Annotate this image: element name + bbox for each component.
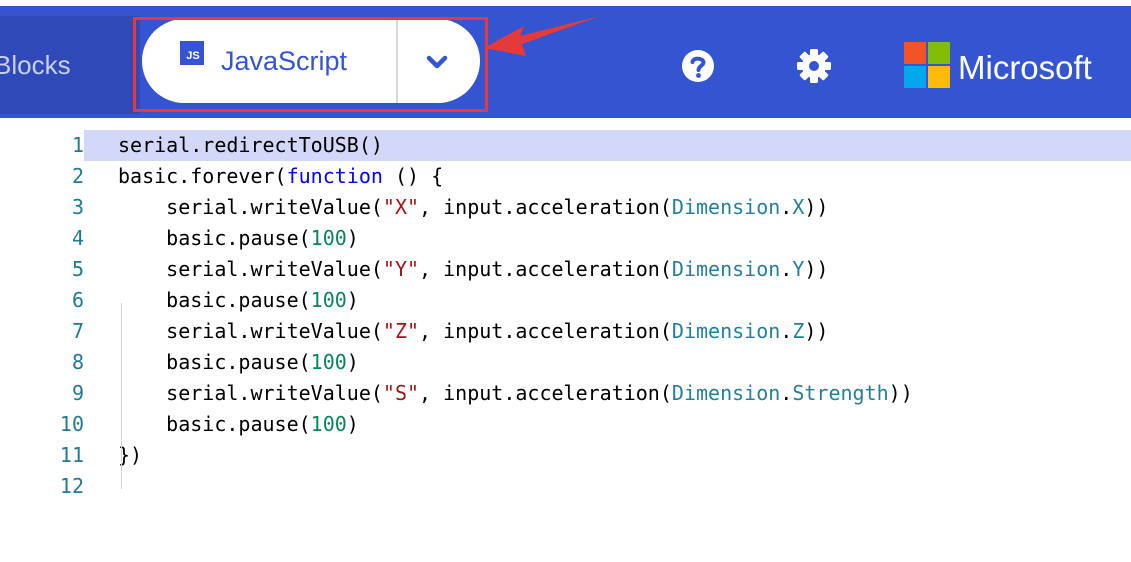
code-line[interactable]: 5 serial.writeValue("Y", input.accelerat… xyxy=(0,254,1131,285)
app-window: Blocks JS JavaScript Microsoft 1 serial.… xyxy=(0,0,1131,562)
code-text: basic.pause(100) xyxy=(118,409,359,440)
blocks-tab[interactable]: Blocks xyxy=(0,16,140,114)
code-token: ) xyxy=(346,412,359,436)
code-token: )) xyxy=(804,195,829,219)
code-token: )) xyxy=(888,381,913,405)
code-line[interactable]: 4 basic.pause(100) xyxy=(0,223,1131,254)
header-top-strip xyxy=(0,0,1131,6)
code-line[interactable]: 6 basic.pause(100) xyxy=(0,285,1131,316)
code-token: "S" xyxy=(382,381,420,405)
help-icon[interactable] xyxy=(681,49,715,83)
code-token: basic.pause( xyxy=(118,226,311,250)
code-token: , input.acceleration( xyxy=(419,257,672,281)
code-token: ) xyxy=(346,226,359,250)
code-token: . xyxy=(780,319,793,343)
code-token: Dimension xyxy=(671,257,781,281)
annotation-arrow-icon xyxy=(484,16,600,56)
code-token: )) xyxy=(804,257,829,281)
code-token: , input.acceleration( xyxy=(419,195,672,219)
microsoft-logo[interactable] xyxy=(904,42,952,90)
code-text: basic.forever(function () { xyxy=(118,161,443,192)
code-text: serial.redirectToUSB() xyxy=(118,130,383,161)
line-number: 10 xyxy=(0,409,84,440)
code-token: Dimension xyxy=(671,381,781,405)
code-line[interactable]: 11}) xyxy=(0,440,1131,471)
indent-guide xyxy=(121,303,122,489)
code-token: serial.writeValue( xyxy=(118,257,383,281)
code-text: serial.writeValue("Z", input.acceleratio… xyxy=(118,316,828,347)
code-text: basic.pause(100) xyxy=(118,347,359,378)
code-token: . xyxy=(780,195,793,219)
code-token: 100 xyxy=(310,350,347,374)
line-number: 4 xyxy=(0,223,84,254)
code-token: function xyxy=(286,164,383,188)
code-text: serial.writeValue("X", input.acceleratio… xyxy=(118,192,828,223)
code-token: Dimension xyxy=(671,195,781,219)
code-token: . xyxy=(780,257,793,281)
code-token: 100 xyxy=(310,288,347,312)
code-token: Strength xyxy=(792,381,889,405)
code-line[interactable]: 12 xyxy=(0,471,1131,502)
line-number: 6 xyxy=(0,285,84,316)
line-number: 5 xyxy=(0,254,84,285)
code-token: serial.writeValue( xyxy=(118,195,383,219)
code-token: serial.writeValue( xyxy=(118,319,383,343)
code-line[interactable]: 3 serial.writeValue("X", input.accelerat… xyxy=(0,192,1131,223)
code-token: basic.pause( xyxy=(118,288,311,312)
code-text: basic.pause(100) xyxy=(118,285,359,316)
code-line[interactable]: 2 basic.forever(function () { xyxy=(0,161,1131,192)
code-text: serial.writeValue("Y", input.acceleratio… xyxy=(118,254,828,285)
code-token: X xyxy=(792,195,805,219)
code-token: basic.pause( xyxy=(118,412,311,436)
line-number: 12 xyxy=(0,471,84,502)
editor-header: Blocks JS JavaScript Microsoft xyxy=(0,0,1131,118)
line-number: 8 xyxy=(0,347,84,378)
code-token: , input.acceleration( xyxy=(419,381,672,405)
code-token: , input.acceleration( xyxy=(419,319,672,343)
code-token: basic.forever( xyxy=(118,164,287,188)
microsoft-brand-label[interactable]: Microsoft xyxy=(958,42,1092,94)
code-token: "Y" xyxy=(382,257,420,281)
code-token: "X" xyxy=(382,195,420,219)
code-line[interactable]: 1 serial.redirectToUSB() xyxy=(0,130,1131,161)
line-number: 1 xyxy=(0,130,84,161)
code-token: 100 xyxy=(310,412,347,436)
code-token: () { xyxy=(382,164,444,188)
code-token: basic.pause( xyxy=(118,350,311,374)
code-token: serial.redirectToUSB() xyxy=(118,133,383,157)
code-token: serial.writeValue( xyxy=(118,381,383,405)
code-token: ) xyxy=(346,350,359,374)
code-token: . xyxy=(780,381,793,405)
code-token: ) xyxy=(346,288,359,312)
code-token: )) xyxy=(804,319,829,343)
code-token: Z xyxy=(792,319,805,343)
code-token: Y xyxy=(792,257,805,281)
line-number: 7 xyxy=(0,316,84,347)
blocks-tab-label: Blocks xyxy=(0,50,71,80)
line-number: 11 xyxy=(0,440,84,471)
settings-gear-icon[interactable] xyxy=(795,47,833,85)
code-line[interactable]: 8 basic.pause(100) xyxy=(0,347,1131,378)
code-token: 100 xyxy=(310,226,347,250)
code-text: basic.pause(100) xyxy=(118,223,359,254)
code-text: serial.writeValue("S", input.acceleratio… xyxy=(118,378,913,409)
line-number: 9 xyxy=(0,378,84,409)
code-editor[interactable]: 1 serial.redirectToUSB() 2 basic.forever(fu… xyxy=(0,118,1131,562)
code-line[interactable]: 7 serial.writeValue("Z", input.accelerat… xyxy=(0,316,1131,347)
code-token: "Z" xyxy=(382,319,420,343)
line-number: 3 xyxy=(0,192,84,223)
line-number: 2 xyxy=(0,161,84,192)
code-line[interactable]: 10 basic.pause(100) xyxy=(0,409,1131,440)
code-token: Dimension xyxy=(671,319,781,343)
annotation-highlight-box xyxy=(133,17,488,112)
code-line[interactable]: 9 serial.writeValue("S", input.accelerat… xyxy=(0,378,1131,409)
